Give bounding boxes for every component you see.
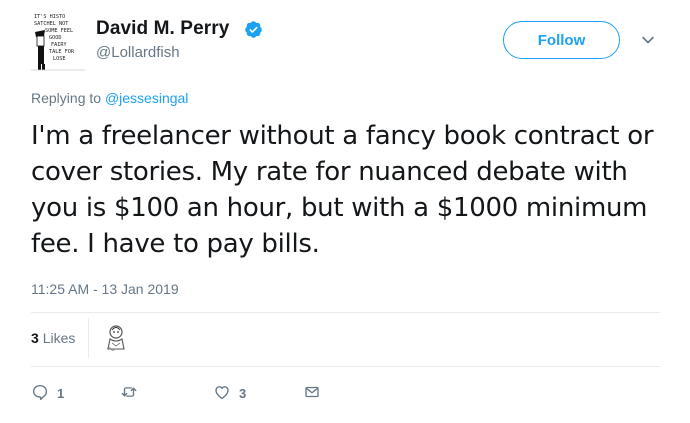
- svg-text:GOOD: GOOD: [49, 35, 62, 41]
- svg-text:FAIRY: FAIRY: [51, 42, 67, 48]
- liker-avatar[interactable]: [104, 323, 130, 353]
- author-handle[interactable]: @Lollardfish: [96, 44, 180, 61]
- verified-badge-icon: [244, 20, 263, 39]
- retweet-action[interactable]: [120, 383, 146, 403]
- follow-button[interactable]: Follow: [503, 21, 620, 59]
- likes-stat[interactable]: 3 Likes: [31, 330, 75, 346]
- author-avatar[interactable]: IT'S HISTO SATCHEL NOT SOME FEEL GOOD FA…: [31, 10, 85, 72]
- tweet-text: I'm a freelancer without a fancy book co…: [31, 121, 654, 259]
- reply-context: Replying to @jessesingal: [31, 90, 188, 106]
- reply-action[interactable]: 1: [31, 383, 64, 403]
- likes-count: 3: [31, 330, 39, 346]
- divider: [88, 318, 89, 358]
- svg-text:LOSE: LOSE: [53, 56, 66, 62]
- chevron-down-icon[interactable]: [641, 33, 655, 47]
- svg-text:IT'S HISTO: IT'S HISTO: [34, 14, 65, 20]
- tweet-timestamp[interactable]: 11:25 AM - 13 Jan 2019: [31, 281, 179, 297]
- svg-text:TALE FOR: TALE FOR: [49, 49, 75, 55]
- direct-message-action[interactable]: [303, 383, 321, 403]
- svg-text:SATCHEL NOT: SATCHEL NOT: [34, 21, 68, 27]
- like-count: 3: [239, 385, 247, 401]
- retweet-icon: [120, 383, 138, 404]
- envelope-icon: [303, 383, 321, 404]
- like-action[interactable]: 3: [213, 383, 246, 403]
- author-name[interactable]: David M. Perry: [96, 18, 229, 40]
- divider: [31, 366, 660, 367]
- svg-text:SOME FEEL: SOME FEEL: [45, 28, 73, 34]
- divider: [31, 312, 660, 313]
- reply-icon: [31, 383, 49, 404]
- reply-mention-link[interactable]: @jessesingal: [105, 90, 188, 106]
- reply-context-prefix: Replying to: [31, 90, 102, 106]
- likes-label: Likes: [42, 330, 76, 346]
- heart-icon: [213, 383, 231, 404]
- reply-count: 1: [57, 385, 65, 401]
- tweet-card: IT'S HISTO SATCHEL NOT SOME FEEL GOOD FA…: [0, 0, 690, 423]
